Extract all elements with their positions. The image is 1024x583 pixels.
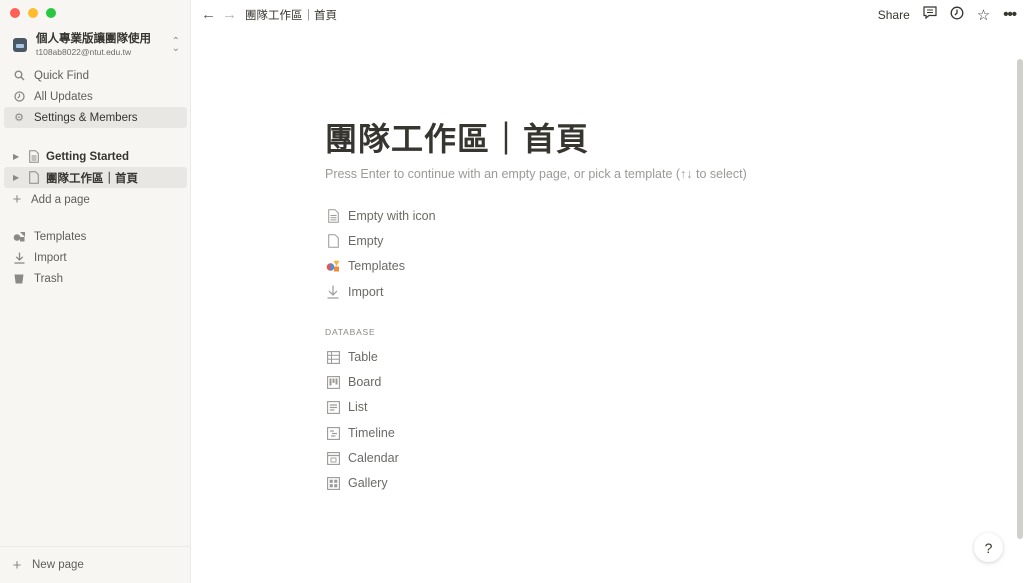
option-label: Gallery [348, 476, 388, 490]
template-hint: Press Enter to continue with an empty pa… [325, 167, 747, 181]
close-window-button[interactable] [10, 8, 20, 18]
option-timeline[interactable]: Timeline [325, 422, 395, 444]
scrollbar[interactable] [1016, 29, 1024, 583]
option-empty-with-icon[interactable]: Empty with icon [325, 205, 436, 227]
table-icon [325, 350, 341, 364]
minimize-window-button[interactable] [28, 8, 38, 18]
sidebar-item-trash[interactable]: Trash [4, 268, 187, 289]
workspace-name: 個人專業版讓團隊使用 [36, 33, 151, 45]
sidebar-item-import[interactable]: Import [4, 247, 187, 268]
page-text-icon [27, 150, 41, 163]
sidebar-item-quick-find[interactable]: Quick Find [4, 65, 187, 86]
option-calendar[interactable]: Calendar [325, 447, 399, 469]
sidebar-item-templates[interactable]: Templates [4, 226, 187, 247]
download-icon [325, 285, 341, 299]
option-table[interactable]: Table [325, 346, 378, 368]
sidebar-item-label: Import [34, 251, 67, 264]
workspace-email: t108ab8022@ntut.edu.tw [36, 46, 132, 57]
sidebar-item-label: All Updates [34, 90, 93, 103]
option-label: List [348, 400, 368, 414]
page-text-icon [325, 209, 341, 223]
sidebar-item-label: Templates [34, 230, 87, 243]
option-label: Templates [348, 259, 405, 273]
option-templates[interactable]: Templates [325, 255, 405, 277]
database-section-label: DATABASE [325, 327, 376, 337]
page-icon [325, 234, 341, 248]
new-page-label: New page [32, 559, 84, 571]
sidebar-page-team-home[interactable]: ▶ 團隊工作區｜首頁 [4, 167, 187, 188]
option-empty[interactable]: Empty [325, 230, 383, 252]
topbar: ← → 團隊工作區｜首頁 Share ☆ ••• [191, 0, 1024, 29]
workspace-switcher[interactable]: 個人專業版讓團隊使用 t108ab8022@ntut.edu.tw ⌃ ⌄ [4, 32, 186, 58]
new-page-button[interactable]: + New page [0, 546, 190, 583]
option-label: Import [348, 285, 384, 299]
option-board[interactable]: Board [325, 371, 381, 393]
option-import[interactable]: Import [325, 281, 383, 303]
sidebar-page-getting-started[interactable]: ▶ Getting Started [4, 146, 187, 167]
templates-icon [12, 231, 26, 242]
list-icon [325, 400, 341, 414]
search-icon [12, 70, 26, 81]
add-page-label: Add a page [31, 193, 90, 206]
option-label: Timeline [348, 426, 395, 440]
sidebar-item-label: 團隊工作區｜首頁 [46, 172, 138, 185]
download-icon [12, 252, 26, 264]
plus-icon: + [12, 556, 22, 574]
zoom-window-button[interactable] [46, 8, 56, 18]
expand-toggle-icon[interactable]: ▶ [13, 173, 23, 182]
star-icon[interactable]: ☆ [977, 6, 990, 24]
window-controls [10, 8, 56, 18]
help-button[interactable]: ? [974, 533, 1003, 562]
gear-icon: ⚙ [14, 112, 24, 124]
scrollbar-thumb[interactable] [1017, 59, 1023, 539]
sidebar-item-all-updates[interactable]: All Updates [4, 86, 187, 107]
sidebar: 個人專業版讓團隊使用 t108ab8022@ntut.edu.tw ⌃ ⌄ Qui… [0, 0, 191, 583]
timeline-icon [325, 426, 341, 440]
gallery-icon [325, 476, 341, 490]
page-icon [27, 171, 41, 184]
forward-arrow-icon[interactable]: → [222, 6, 237, 23]
sidebar-item-label: Settings & Members [34, 111, 138, 124]
back-arrow-icon[interactable]: ← [201, 6, 216, 23]
history-icon[interactable] [950, 6, 964, 24]
sidebar-item-label: Trash [34, 272, 63, 285]
comment-icon[interactable] [923, 6, 937, 23]
plus-icon: + [12, 191, 22, 208]
sidebar-item-label: Getting Started [46, 150, 130, 163]
share-button[interactable]: Share [878, 8, 910, 22]
expand-toggle-icon[interactable]: ▶ [13, 152, 23, 161]
page-title[interactable]: 團隊工作區｜首頁 [325, 114, 589, 160]
calendar-icon [325, 451, 341, 465]
sidebar-item-label: Quick Find [34, 69, 89, 82]
option-label: Table [348, 350, 378, 364]
more-icon[interactable]: ••• [1003, 6, 1017, 23]
option-gallery[interactable]: Gallery [325, 472, 388, 494]
board-icon [325, 375, 341, 389]
add-page-button[interactable]: + Add a page [4, 189, 187, 210]
sidebar-item-settings[interactable]: ⚙ Settings & Members [4, 107, 187, 128]
option-label: Empty [348, 234, 384, 248]
chevron-up-down-icon: ⌃ ⌄ [171, 36, 180, 54]
option-list[interactable]: List [325, 396, 367, 418]
option-label: Calendar [348, 451, 399, 465]
option-label: Empty with icon [348, 209, 436, 223]
workspace-avatar [13, 38, 27, 52]
clock-icon [12, 91, 26, 102]
trash-icon [12, 273, 26, 284]
templates-icon [325, 260, 341, 272]
option-label: Board [348, 375, 382, 389]
breadcrumb[interactable]: 團隊工作區｜首頁 [245, 7, 337, 23]
